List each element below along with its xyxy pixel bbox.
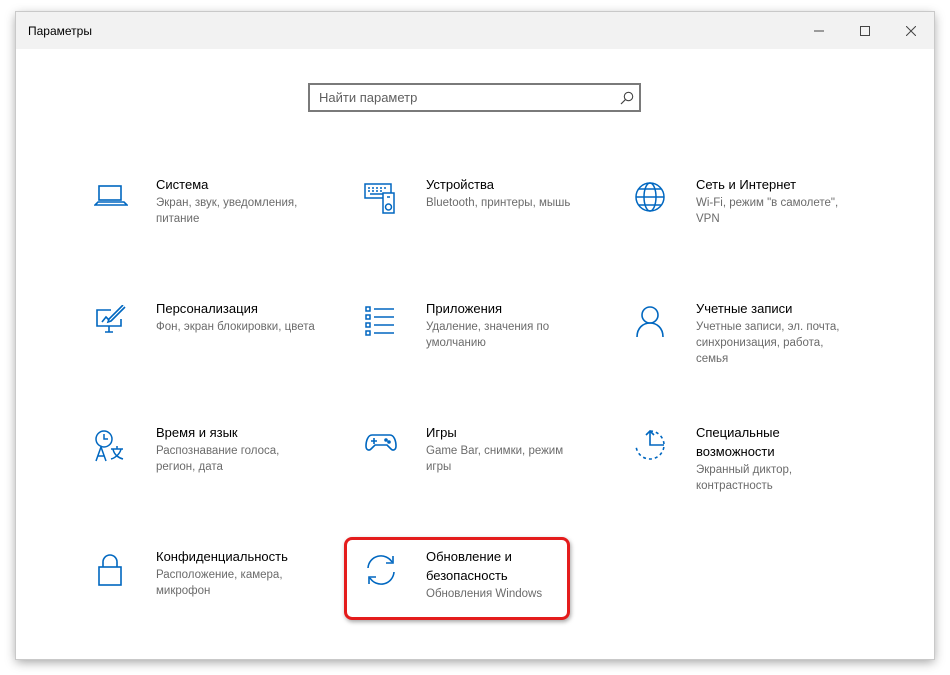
tile-name: Конфиденциальность	[156, 549, 288, 564]
tile-desc: Расположение, камера, микрофон	[156, 569, 283, 597]
laptop-icon	[94, 175, 136, 211]
search-icon[interactable]	[615, 91, 639, 105]
time-language-icon	[94, 423, 136, 463]
tile-time-language[interactable]: Время и язык Распознавание голоса, регио…	[86, 423, 318, 513]
tile-desc: Учетные записи, эл. почта, синхронизация…	[696, 321, 840, 365]
window-controls	[796, 12, 934, 49]
tile-desc: Удаление, значения по умолчанию	[426, 321, 550, 349]
devices-icon	[364, 175, 406, 215]
search-input[interactable]	[310, 85, 615, 110]
tile-desc: Экранный диктор, контрастность	[696, 464, 793, 492]
tile-desc: Game Bar, снимки, режим игры	[426, 445, 564, 473]
tile-desc: Wi-Fi, режим "в самолете", VPN	[696, 197, 839, 225]
tile-name: Учетные записи	[696, 301, 793, 316]
tile-desc: Фон, экран блокировки, цвета	[156, 321, 315, 333]
minimize-icon	[814, 30, 824, 31]
tile-apps[interactable]: Приложения Удаление, значения по умолчан…	[356, 299, 588, 389]
tile-name: Обновление и безопасность	[426, 549, 512, 583]
tile-name: Игры	[426, 425, 457, 440]
tile-name: Специальные возможности	[696, 425, 780, 459]
maximize-icon	[860, 25, 870, 36]
close-button[interactable]	[888, 12, 934, 49]
tile-privacy[interactable]: Конфиденциальность Расположение, камера,…	[86, 547, 318, 637]
gamepad-icon	[364, 423, 406, 455]
tile-accessibility[interactable]: Специальные возможности Экранный диктор,…	[626, 423, 858, 513]
tile-desc: Обновления Windows	[426, 588, 543, 600]
title-bar[interactable]: Параметры	[16, 12, 934, 49]
maximize-button[interactable]	[842, 12, 888, 49]
personalization-icon	[94, 299, 136, 335]
tile-name: Время и язык	[156, 425, 238, 440]
apps-list-icon	[364, 299, 406, 337]
tile-name: Приложения	[426, 301, 503, 316]
tile-devices[interactable]: Устройства Bluetooth, принтеры, мышь	[356, 175, 588, 265]
tile-name: Устройства	[426, 177, 495, 192]
tile-gaming[interactable]: Игры Game Bar, снимки, режим игры	[356, 423, 588, 513]
tile-name: Сеть и Интернет	[696, 177, 797, 192]
person-icon	[634, 299, 676, 339]
tile-desc: Экран, звук, уведомления, питание	[156, 197, 298, 225]
tile-accounts[interactable]: Учетные записи Учетные записи, эл. почта…	[626, 299, 858, 389]
tile-desc: Bluetooth, принтеры, мышь	[426, 197, 571, 209]
window-title: Параметры	[28, 24, 92, 38]
tile-personalization[interactable]: Персонализация Фон, экран блокировки, цв…	[86, 299, 318, 389]
close-icon	[906, 25, 916, 36]
lock-icon	[94, 547, 136, 587]
accessibility-icon	[634, 423, 676, 463]
search-box[interactable]	[308, 83, 641, 112]
tile-network[interactable]: Сеть и Интернет Wi-Fi, режим "в самолете…	[626, 175, 858, 265]
settings-window: Параметры Система Экран	[16, 12, 934, 659]
minimize-button[interactable]	[796, 12, 842, 49]
tile-system[interactable]: Система Экран, звук, уведомления, питани…	[86, 175, 318, 265]
globe-icon	[634, 175, 676, 215]
tile-desc: Распознавание голоса, регион, дата	[156, 445, 280, 473]
sync-icon	[364, 547, 406, 587]
tile-name: Система	[156, 177, 209, 192]
tile-name: Персонализация	[156, 301, 258, 316]
tile-update-security[interactable]: Обновление и безопасность Обновления Win…	[356, 547, 588, 637]
